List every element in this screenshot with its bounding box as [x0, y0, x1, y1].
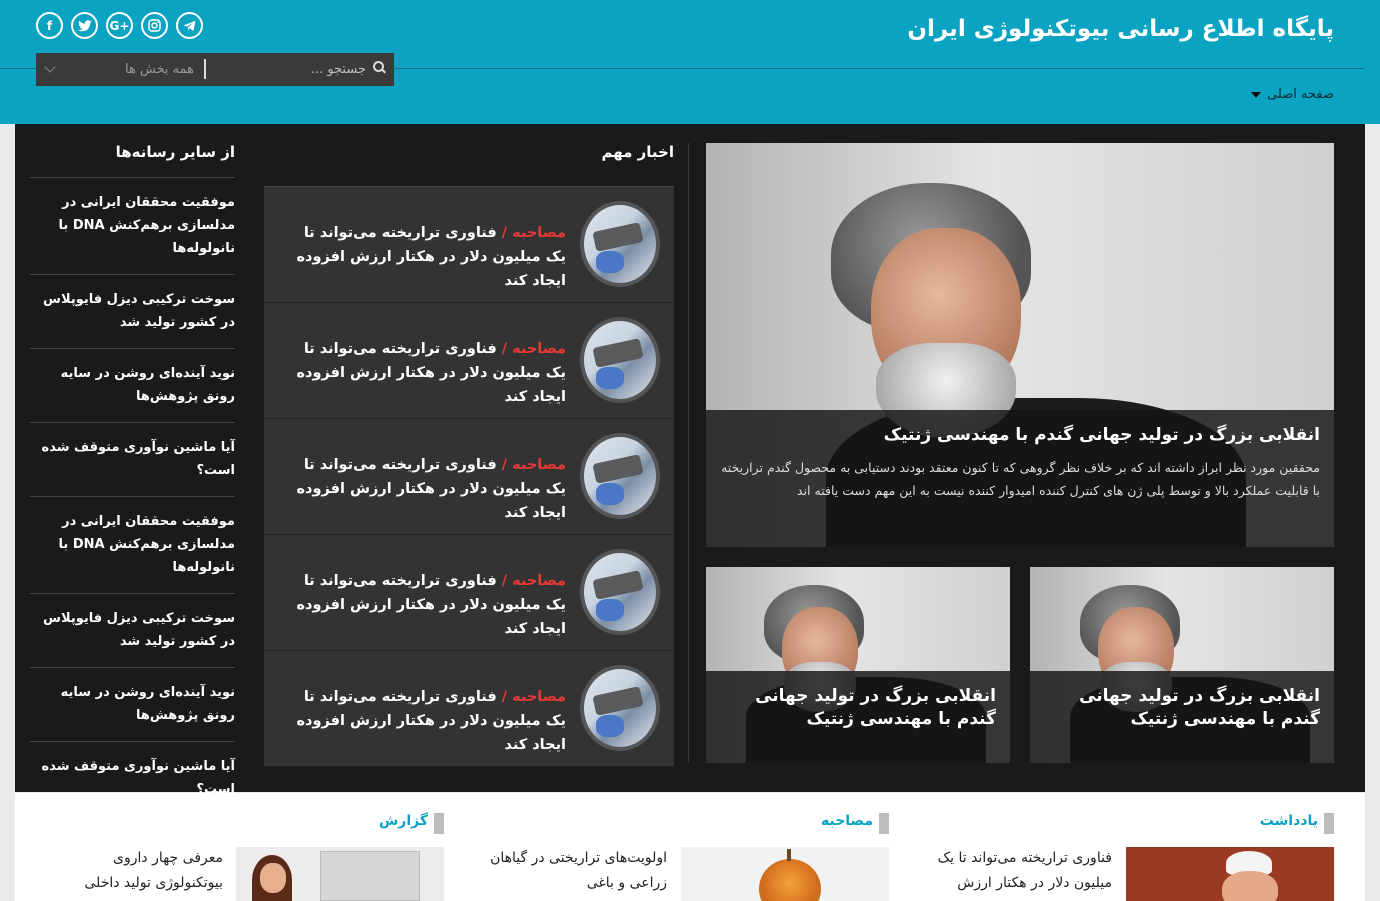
search-icon[interactable]: [372, 60, 386, 74]
news-thumbnail: [580, 317, 660, 403]
section-label: مصاحبه: [820, 813, 873, 829]
important-news-text: مصاحبه / فناوری تراریخته می‌تواند تا یک …: [286, 569, 566, 641]
tag-separator: /: [496, 457, 513, 473]
section-image[interactable]: [236, 847, 444, 901]
search-bar: همه بخش ها: [36, 53, 394, 86]
category-tag[interactable]: مصاحبه: [512, 225, 566, 241]
tag-separator: /: [496, 573, 513, 589]
important-news-text: مصاحبه / فناوری تراریخته می‌تواند تا یک …: [286, 453, 566, 525]
important-news-item[interactable]: مصاحبه / فناوری تراریخته می‌تواند تا یک …: [264, 187, 674, 303]
featured-title[interactable]: انقلابی بزرگ در تولید جهانی گندم با مهند…: [720, 424, 1320, 446]
news-thumbnail: [580, 433, 660, 519]
news-card[interactable]: انقلابی بزرگ در تولید جهانی گندم با مهند…: [706, 567, 1010, 763]
category-select-value: همه بخش ها: [124, 61, 194, 77]
tag-separator: /: [496, 225, 513, 241]
other-media-heading: از سایر رسانه‌ها: [115, 143, 235, 161]
news-card-title: انقلابی بزرگ در تولید جهانی گندم با مهند…: [706, 671, 1010, 763]
nav-home[interactable]: صفحه اصلی: [1251, 87, 1334, 102]
section-header-notes[interactable]: یادداشت: [1126, 813, 1334, 835]
other-media-list: موفقیت محققان ایرانی در مدلسازی برهم‌کنش…: [30, 177, 235, 815]
section-article-title[interactable]: اولویت‌های تراریختی در گیاهان زراعی و با…: [490, 846, 667, 896]
other-media-item[interactable]: موفقیت محققان ایرانی در مدلسازی برهم‌کنش…: [30, 496, 235, 593]
important-news-text: مصاحبه / فناوری تراریخته می‌تواند تا یک …: [286, 685, 566, 757]
search-divider: [204, 59, 206, 79]
other-media-item[interactable]: آیا ماشین نوآوری متوقف شده است؟: [30, 422, 235, 496]
twitter-icon[interactable]: [71, 12, 98, 39]
important-news-text: مصاحبه / فناوری تراریخته می‌تواند تا یک …: [286, 337, 566, 409]
site-header: پایگاه اطلاع رسانی بیوتکنولوژی ایران f G…: [0, 0, 1380, 124]
news-card-title: انقلابی بزرگ در تولید جهانی گندم با مهند…: [1030, 671, 1334, 763]
google-plus-icon[interactable]: G+: [106, 12, 133, 39]
nav-home-label: صفحه اصلی: [1267, 87, 1334, 102]
instagram-icon[interactable]: [141, 12, 168, 39]
search-input[interactable]: [216, 58, 366, 80]
other-media-item[interactable]: سوخت ترکیبی دیزل فایوپلاس در کشور تولید …: [30, 274, 235, 348]
other-media-item[interactable]: نوید آینده‌ای روشن در سایه رونق پژوهش‌ها: [30, 348, 235, 422]
section-article-title[interactable]: معرفی چهار داروی بیوتکنولوژی تولید داخلی: [46, 846, 223, 896]
important-news-item[interactable]: مصاحبه / فناوری تراریخته می‌تواند تا یک …: [264, 651, 674, 767]
important-news-item[interactable]: مصاحبه / فناوری تراریخته می‌تواند تا یک …: [264, 535, 674, 651]
featured-article[interactable]: انقلابی بزرگ در تولید جهانی گندم با مهند…: [706, 143, 1334, 547]
section-marker: [1324, 813, 1334, 834]
news-thumbnail: [580, 549, 660, 635]
section-image[interactable]: [1126, 847, 1334, 901]
chevron-down-icon: [44, 61, 56, 73]
column-divider: [688, 143, 689, 763]
site-title[interactable]: پایگاه اطلاع رسانی بیوتکنولوژی ایران: [907, 16, 1334, 42]
facebook-icon[interactable]: f: [36, 12, 63, 39]
social-links: f G+: [36, 12, 203, 39]
section-article-title[interactable]: فناوری تراریخته می‌تواند تا یک میلیون دل…: [928, 846, 1112, 896]
category-tag[interactable]: مصاحبه: [512, 573, 566, 589]
caret-down-icon: [1251, 91, 1262, 98]
section-header-interview[interactable]: مصاحبه: [681, 813, 889, 835]
other-media-item[interactable]: نوید آینده‌ای روشن در سایه رونق پژوهش‌ها: [30, 667, 235, 741]
featured-desc: محققین مورد نظر ابراز داشته اند که بر خل…: [721, 460, 1320, 498]
important-news-list: مصاحبه / فناوری تراریخته می‌تواند تا یک …: [264, 187, 674, 767]
tag-separator: /: [496, 341, 513, 357]
section-label: گزارش: [378, 813, 428, 829]
section-image[interactable]: [681, 847, 889, 901]
category-tag[interactable]: مصاحبه: [512, 689, 566, 705]
news-thumbnail: [580, 665, 660, 751]
tag-separator: /: [496, 689, 513, 705]
important-news-item[interactable]: مصاحبه / فناوری تراریخته می‌تواند تا یک …: [264, 303, 674, 419]
category-select[interactable]: همه بخش ها: [44, 58, 194, 80]
featured-caption: انقلابی بزرگ در تولید جهانی گندم با مهند…: [706, 410, 1334, 547]
important-news-text: مصاحبه / فناوری تراریخته می‌تواند تا یک …: [286, 221, 566, 293]
section-label: یادداشت: [1259, 813, 1318, 829]
important-news-heading: اخبار مهم: [601, 143, 674, 161]
section-header-report[interactable]: گزارش: [236, 813, 444, 835]
news-thumbnail: [580, 201, 660, 287]
category-tag[interactable]: مصاحبه: [512, 457, 566, 473]
other-media-item[interactable]: سوخت ترکیبی دیزل فایوپلاس در کشور تولید …: [30, 593, 235, 667]
category-tag[interactable]: مصاحبه: [512, 341, 566, 357]
telegram-icon[interactable]: [176, 12, 203, 39]
section-marker: [879, 813, 889, 834]
important-news-item[interactable]: مصاحبه / فناوری تراریخته می‌تواند تا یک …: [264, 419, 674, 535]
section-marker: [434, 813, 444, 834]
news-card[interactable]: انقلابی بزرگ در تولید جهانی گندم با مهند…: [1030, 567, 1334, 763]
other-media-item[interactable]: موفقیت محققان ایرانی در مدلسازی برهم‌کنش…: [30, 177, 235, 274]
important-news-header: اخبار مهم: [264, 143, 674, 187]
